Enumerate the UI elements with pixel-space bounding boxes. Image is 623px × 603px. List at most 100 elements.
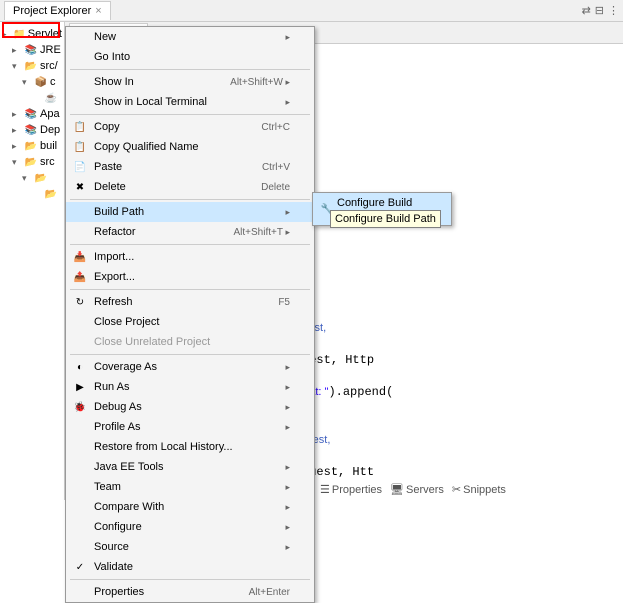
menu-item-delete[interactable]: ✖DeleteDelete (66, 177, 314, 197)
close-icon[interactable]: × (95, 5, 101, 17)
expand-icon[interactable]: ▸ (12, 141, 22, 152)
submenu-arrow-icon: ▸ (283, 227, 290, 237)
menu-label: Export... (94, 271, 135, 283)
menu-item-close-project[interactable]: Close Project (66, 312, 314, 332)
menu-item-refresh[interactable]: ↻RefreshF5 (66, 292, 314, 312)
menu-item-profile-as[interactable]: Profile As ▸ (66, 417, 314, 437)
link-icon[interactable]: ⇄ (582, 4, 591, 17)
submenu-arrow-icon: ▸ (285, 482, 290, 492)
menu-label: Validate (94, 561, 133, 573)
menu-item-source[interactable]: Source ▸ (66, 537, 314, 557)
expand-icon[interactable]: ▸ (12, 125, 22, 136)
submenu-arrow-icon: ▸ (285, 97, 290, 107)
menu-label: Compare With (94, 501, 164, 513)
tree-item[interactable]: ▸📚JRE (0, 42, 64, 58)
menu-label: Configure (94, 521, 142, 533)
tree-label: c (50, 76, 56, 88)
lib-icon: 📚 (24, 43, 38, 57)
tree-item[interactable]: ▸📚Dep (0, 122, 64, 138)
menu-label: Java EE Tools (94, 461, 164, 473)
menu-label: Refresh (94, 296, 133, 308)
tree-label: Dep (40, 124, 60, 136)
run-icon: ▶ (72, 379, 88, 395)
snippets-tab[interactable]: ✂ Snippets (452, 483, 506, 496)
validate-icon: ✓ (72, 559, 88, 575)
tree-item[interactable]: ▸📚Apa (0, 106, 64, 122)
properties-tab[interactable]: ☰ Properties (320, 483, 382, 496)
menu-item-close-unrelated-project: Close Unrelated Project (66, 332, 314, 352)
filter-icon[interactable]: ⋮ (608, 4, 619, 17)
menu-item-compare-with[interactable]: Compare With ▸ (66, 497, 314, 517)
menu-item-build-path[interactable]: Build Path ▸ (66, 202, 314, 222)
menu-separator (70, 354, 310, 355)
menu-item-copy[interactable]: 📋CopyCtrl+C (66, 117, 314, 137)
menu-item-import-[interactable]: 📥Import... (66, 247, 314, 267)
folder-icon: 📂 (24, 139, 38, 153)
menu-label: Show in Local Terminal (94, 96, 207, 108)
menu-item-show-in[interactable]: Show InAlt+Shift+W ▸ (66, 72, 314, 92)
menu-label: Copy Qualified Name (94, 141, 199, 153)
coverage-icon: ◐ (72, 359, 88, 375)
tree-item[interactable]: ▾📦c (0, 74, 64, 90)
submenu-arrow-icon: ▸ (285, 362, 290, 372)
folder-icon: 📂 (24, 155, 38, 169)
menu-item-debug-as[interactable]: 🐞Debug As ▸ (66, 397, 314, 417)
menu-item-team[interactable]: Team ▸ (66, 477, 314, 497)
menu-shortcut: Alt+Shift+W (230, 77, 283, 88)
expand-icon[interactable]: ▾ (22, 77, 32, 88)
menu-shortcut: Alt+Enter (249, 587, 290, 598)
expand-icon[interactable]: ▸ (12, 45, 22, 56)
submenu-arrow-icon: ▸ (285, 422, 290, 432)
expand-icon[interactable]: ▸ (2, 29, 11, 40)
menu-item-export-[interactable]: 📤 Export... (66, 267, 314, 287)
menu-item-java-ee-tools[interactable]: Java EE Tools ▸ (66, 457, 314, 477)
tooltip: Configure Build Path (330, 210, 441, 228)
debug-icon: 🐞 (72, 399, 88, 415)
menu-label: Go Into (94, 51, 130, 63)
menu-item-configure[interactable]: Configure ▸ (66, 517, 314, 537)
folder-icon: 📂 (34, 171, 48, 185)
menu-item-restore-from-local-history-[interactable]: Restore from Local History... (66, 437, 314, 457)
collapse-icon[interactable]: ⊟ (595, 4, 604, 17)
menu-shortcut: Alt+Shift+T (234, 227, 283, 238)
tree-item[interactable]: ▾📂src (0, 154, 64, 170)
tree-item[interactable]: 📂 (0, 186, 64, 202)
expand-icon[interactable]: ▸ (12, 109, 22, 120)
project-explorer: ▸📁Servlet▸📚JRE▾📂src/▾📦c☕▸📚Apa▸📚Dep▸📂buil… (0, 22, 65, 500)
tree-label: src/ (40, 60, 58, 72)
export-icon: 📤 (72, 269, 88, 285)
menu-item-run-as[interactable]: ▶Run As ▸ (66, 377, 314, 397)
tree-item[interactable]: ▸📁Servlet (0, 26, 64, 42)
menu-item-properties[interactable]: PropertiesAlt+Enter (66, 582, 314, 602)
menu-item-go-into[interactable]: Go Into (66, 47, 314, 67)
expand-icon[interactable]: ▾ (12, 157, 22, 168)
project-icon: 📁 (13, 27, 26, 41)
tree-item[interactable]: ▸📂buil (0, 138, 64, 154)
menu-shortcut: Delete (261, 182, 290, 193)
menu-separator (70, 289, 310, 290)
menu-separator (70, 114, 310, 115)
menu-item-coverage-as[interactable]: ◐Coverage As ▸ (66, 357, 314, 377)
lib-icon: 📚 (24, 123, 38, 137)
tree-item[interactable]: ▾📂src/ (0, 58, 64, 74)
servers-tab[interactable]: 🖥 Servers (390, 483, 444, 496)
menu-shortcut: F5 (278, 297, 290, 308)
expand-icon[interactable]: ▾ (12, 61, 22, 72)
project-explorer-tab[interactable]: Project Explorer × (4, 1, 111, 20)
tree-item[interactable]: ☕ (0, 90, 64, 106)
menu-item-copy-qualified-name[interactable]: 📋Copy Qualified Name (66, 137, 314, 157)
tab-label: Project Explorer (13, 5, 91, 17)
java-icon: ☕ (44, 91, 58, 105)
submenu-arrow-icon: ▸ (285, 502, 290, 512)
menu-shortcut: Ctrl+C (261, 122, 290, 133)
submenu-arrow-icon: ▸ (285, 542, 290, 552)
menu-item-refactor[interactable]: RefactorAlt+Shift+T ▸ (66, 222, 314, 242)
menu-item-validate[interactable]: ✓ Validate (66, 557, 314, 577)
paste-icon: 📄 (72, 159, 88, 175)
tree-item[interactable]: ▾📂 (0, 170, 64, 186)
menu-item-new[interactable]: New ▸ (66, 27, 314, 47)
expand-icon[interactable]: ▾ (22, 173, 32, 184)
menu-label: Import... (94, 251, 134, 263)
menu-item-paste[interactable]: 📄PasteCtrl+V (66, 157, 314, 177)
menu-item-show-in-local-terminal[interactable]: Show in Local Terminal ▸ (66, 92, 314, 112)
